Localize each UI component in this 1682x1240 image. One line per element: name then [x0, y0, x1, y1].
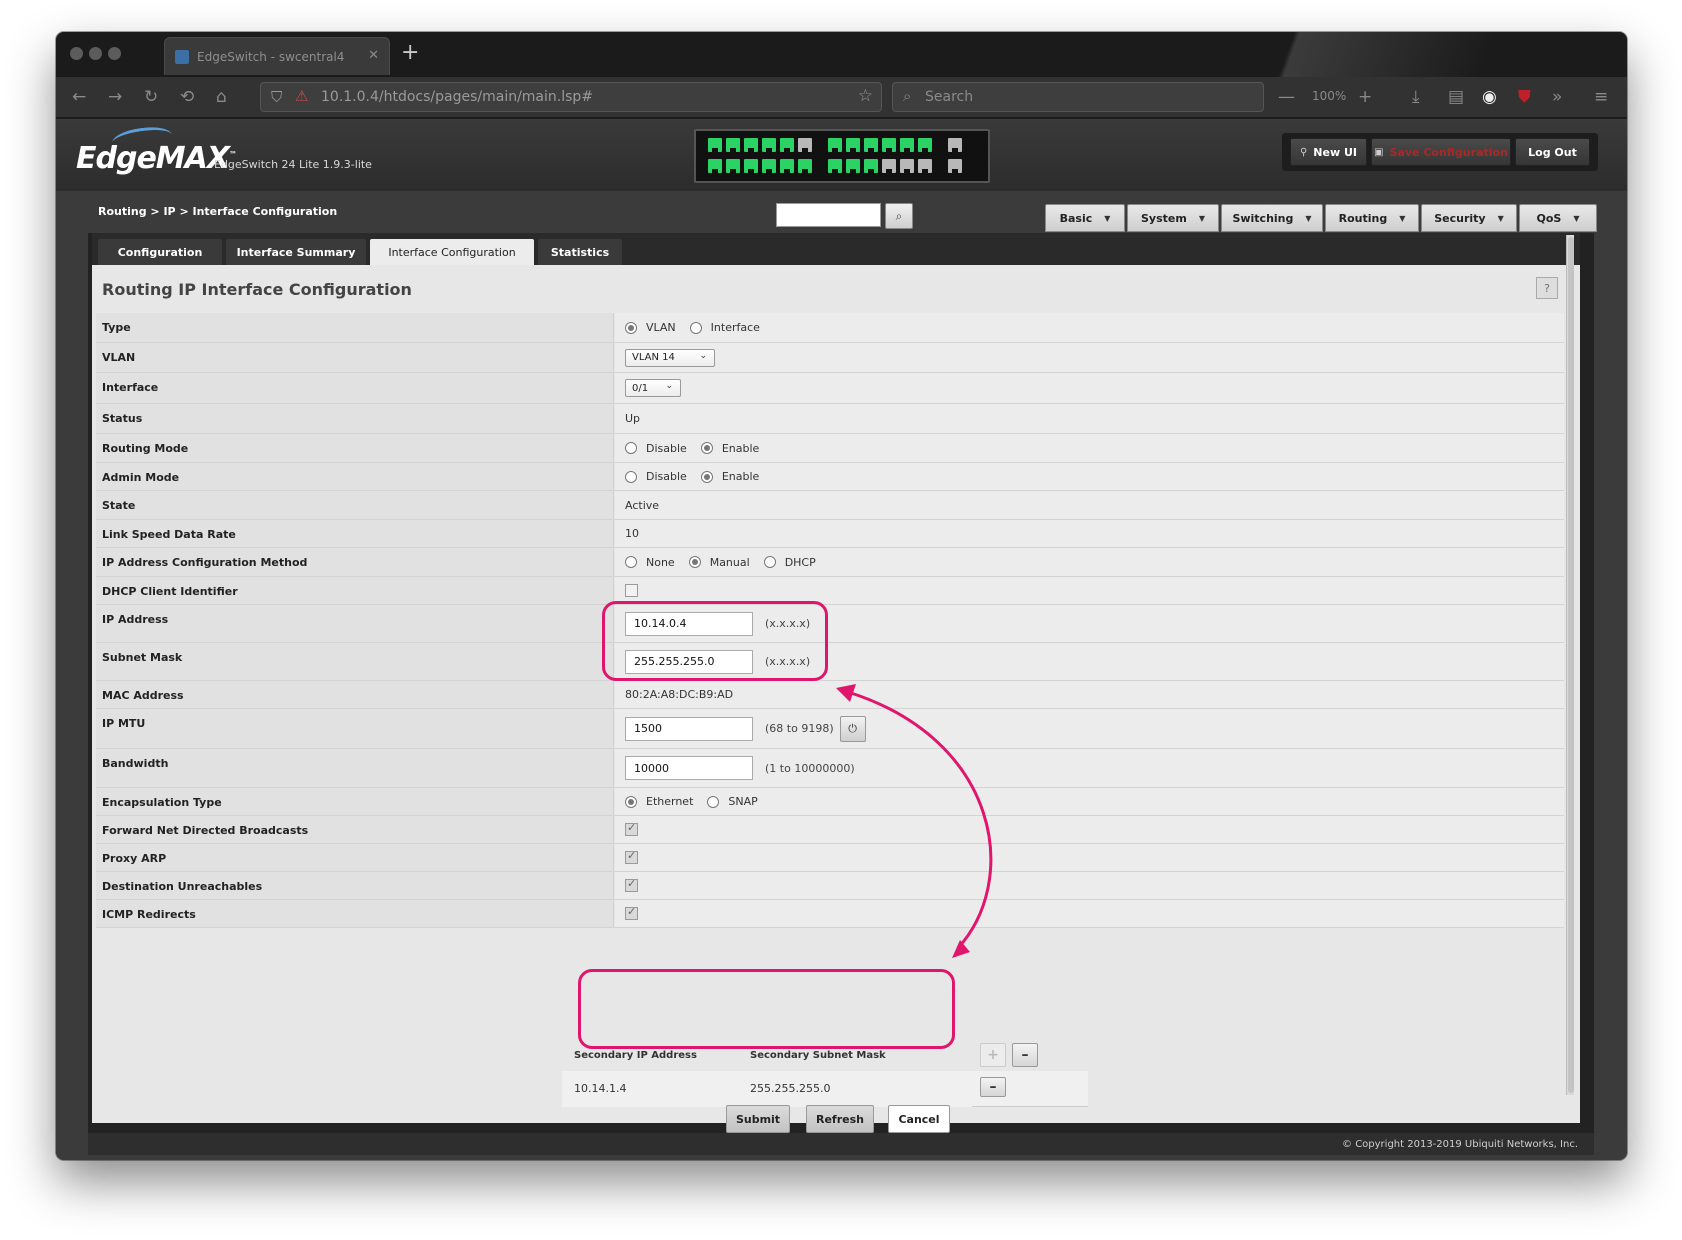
annotation-arrow: [836, 684, 993, 958]
